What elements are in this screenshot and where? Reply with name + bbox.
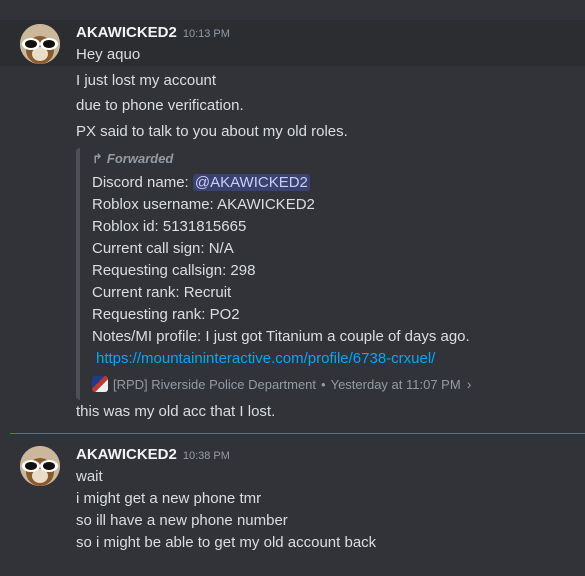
- forwarded-line: Roblox username: AKAWICKED2: [92, 196, 315, 213]
- forwarded-line: Requesting rank: PO2: [92, 306, 240, 323]
- forwarded-header: ↱ Forwarded: [92, 151, 173, 167]
- username[interactable]: AKAWICKED2: [76, 24, 177, 41]
- forwarded-line: Notes/MI profile: I just got Titanium a …: [92, 328, 470, 345]
- forwarded-message[interactable]: ↱ Forwarded Discord name: @AKAWICKED2 Rob…: [76, 148, 500, 400]
- forwarded-label: Forwarded: [106, 151, 174, 166]
- forwarded-line: Current rank: Recruit: [92, 284, 232, 301]
- message-group: AKAWICKED2 10:13 PM Hey aquo I just lost …: [0, 20, 585, 425]
- forwarded-line: Roblox id: 5131815665: [92, 218, 247, 235]
- message-header: AKAWICKED2 10:38 PM: [76, 446, 230, 464]
- avatar[interactable]: [20, 24, 60, 64]
- message-text: PX said to talk to you about my old role…: [76, 123, 348, 140]
- message-text: so i might be able to get my old account…: [76, 534, 377, 551]
- message-text: wait: [76, 468, 103, 485]
- source-server-name: [RPD] Riverside Police Department: [113, 376, 317, 392]
- message-text: so ill have a new phone number: [76, 512, 288, 529]
- message-text: Hey aquo: [76, 46, 141, 63]
- forward-arrow-icon: ↱: [92, 151, 103, 166]
- forwarded-line: Current call sign: N/A: [92, 240, 234, 257]
- avatar[interactable]: [20, 446, 60, 486]
- forwarded-source[interactable]: [RPD] Riverside Police Department • Yest…: [92, 376, 471, 392]
- message-header: AKAWICKED2 10:13 PM: [76, 24, 230, 42]
- separator-dot: •: [321, 376, 326, 392]
- source-time: Yesterday at 11:07 PM: [330, 376, 461, 392]
- message-group: AKAWICKED2 10:38 PM wait i might get a ne…: [0, 442, 585, 562]
- discord-name-label: Discord name:: [92, 174, 193, 191]
- message-text: I just lost my account: [76, 72, 217, 89]
- chevron-right-icon: ›: [466, 376, 472, 392]
- server-icon: [92, 376, 108, 392]
- forwarded-line: Discord name: @AKAWICKED2: [92, 174, 310, 191]
- timestamp[interactable]: 10:38 PM: [183, 450, 230, 462]
- username[interactable]: AKAWICKED2: [76, 446, 177, 463]
- profile-link[interactable]: https://mountaininteractive.com/profile/…: [96, 350, 435, 367]
- new-messages-divider: [10, 433, 585, 434]
- message-text: i might get a new phone tmr: [76, 490, 262, 507]
- message-text: this was my old acc that I lost.: [76, 403, 276, 420]
- message-text: due to phone verification.: [76, 97, 244, 114]
- user-mention[interactable]: @AKAWICKED2: [192, 174, 310, 191]
- timestamp[interactable]: 10:13 PM: [183, 28, 230, 40]
- forwarded-line: Requesting callsign: 298: [92, 262, 256, 279]
